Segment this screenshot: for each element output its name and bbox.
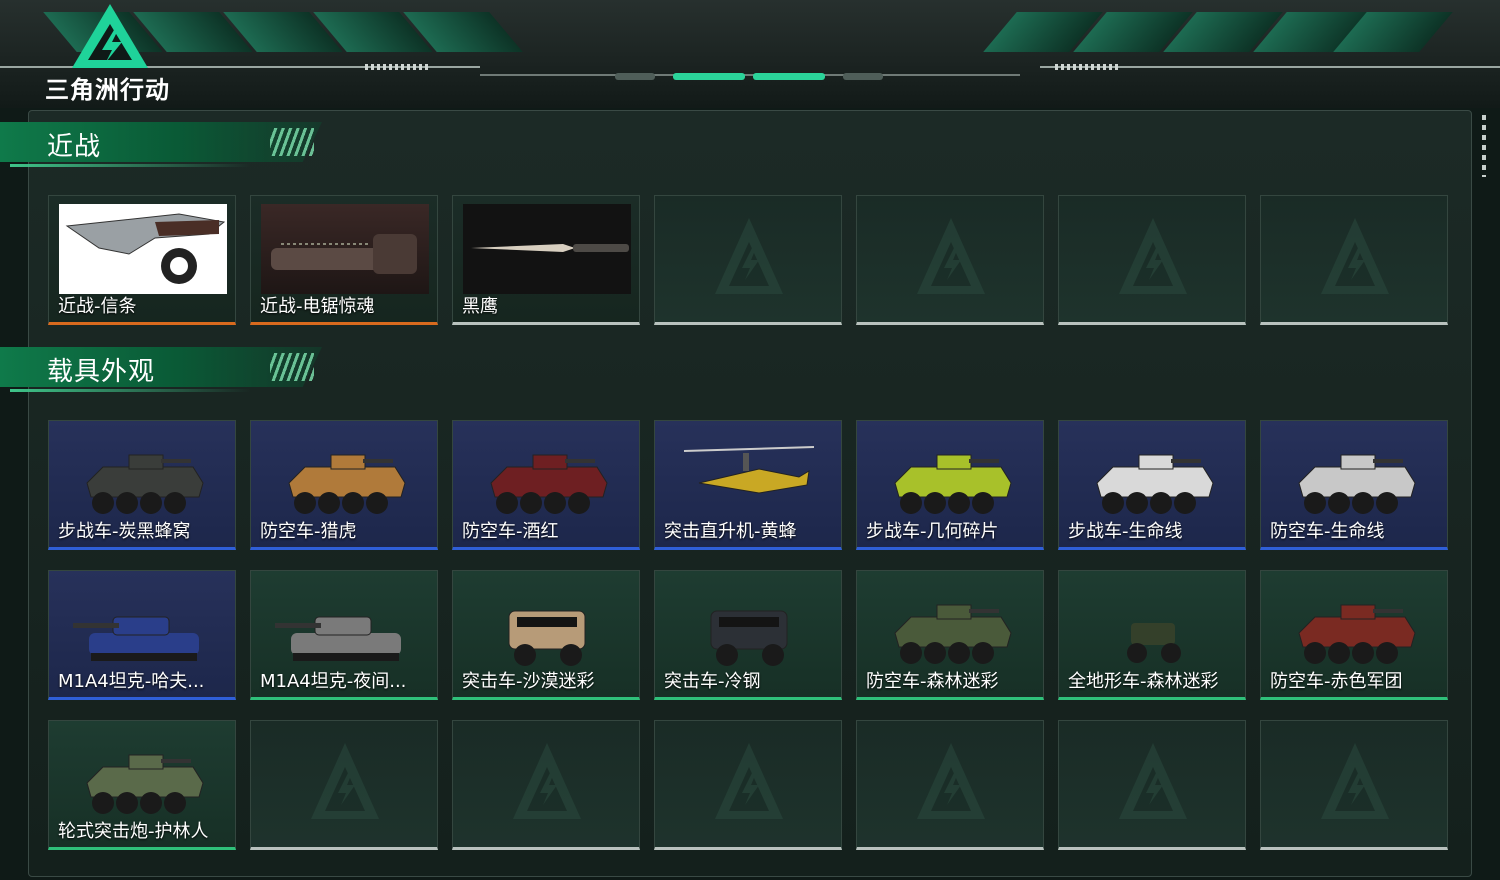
vehicle-tank-icon <box>73 616 199 661</box>
vehicle-apc-icon <box>1298 454 1416 514</box>
chainsaw-icon <box>271 234 417 274</box>
section-banner-vehicle-skins: 载具外观 <box>0 347 330 401</box>
item-name: 近战-电锯惊魂 <box>260 296 375 317</box>
scrollbar[interactable] <box>1482 115 1486 177</box>
vehicle-apc-icon <box>1298 604 1416 664</box>
delta-logo-icon <box>72 4 148 68</box>
item-card[interactable]: 轮式突击炮-护林人 <box>48 720 236 850</box>
placeholder-delta-icon <box>917 743 985 819</box>
item-thumbnail <box>463 204 631 294</box>
item-name: 突击车-冷钢 <box>664 671 761 692</box>
vehicle-heli-icon <box>683 446 815 494</box>
vehicle-truck-icon <box>710 610 788 666</box>
item-name: 防空车-森林迷彩 <box>866 671 999 692</box>
placeholder-delta-icon <box>917 218 985 294</box>
section-banner-melee: 近战 <box>0 122 330 176</box>
item-name: 步战车-炭黑蜂窝 <box>58 521 191 542</box>
vehicle-atv-icon <box>1127 623 1181 663</box>
item-card[interactable]: 突击车-沙漠迷彩 <box>452 570 640 700</box>
item-name: 突击直升机-黄蜂 <box>664 521 797 542</box>
item-card[interactable]: 突击车-冷钢 <box>654 570 842 700</box>
vehicle-apc-icon <box>1096 454 1214 514</box>
header-indicator-active <box>753 73 825 80</box>
empty-slot <box>1260 720 1448 850</box>
item-card[interactable]: 防空车-酒红 <box>452 420 640 550</box>
placeholder-delta-icon <box>513 743 581 819</box>
placeholder-delta-icon <box>715 743 783 819</box>
vehicle-tank-icon <box>275 616 401 661</box>
item-thumbnail <box>59 204 227 294</box>
item-name: 步战车-生命线 <box>1068 521 1183 542</box>
header-indicator <box>843 73 883 80</box>
blackhawk-knife-icon <box>471 244 629 252</box>
placeholder-delta-icon <box>1119 218 1187 294</box>
vehicle-apc-icon <box>894 454 1012 514</box>
empty-slot <box>654 720 842 850</box>
header-hatch <box>365 64 430 70</box>
vehicle-apc-icon <box>86 454 204 514</box>
empty-slot <box>654 195 842 325</box>
empty-slot <box>1260 195 1448 325</box>
top-header: 三角洲行动 <box>0 0 1500 108</box>
section-title: 载具外观 <box>47 357 156 387</box>
section-title: 近战 <box>47 132 102 162</box>
vehicle-apc-icon <box>894 604 1012 664</box>
app-logo-text: 三角洲行动 <box>45 76 170 104</box>
empty-slot <box>856 720 1044 850</box>
item-name: M1A4坦克-夜间... <box>260 671 407 692</box>
item-card[interactable]: 防空车-赤色军团 <box>1260 570 1448 700</box>
item-name: 防空车-酒红 <box>462 521 559 542</box>
item-name: M1A4坦克-哈夫... <box>58 671 205 692</box>
item-card[interactable]: 防空车-生命线 <box>1260 420 1448 550</box>
item-name: 黑鹰 <box>462 296 498 317</box>
empty-slot <box>856 195 1044 325</box>
vehicle-truck-icon <box>508 610 586 666</box>
item-name: 防空车-赤色军团 <box>1270 671 1403 692</box>
item-name: 轮式突击炮-护林人 <box>58 821 209 842</box>
knife-creed-icon <box>65 213 226 284</box>
item-name: 防空车-猎虎 <box>260 521 357 542</box>
item-card[interactable]: 防空车-猎虎 <box>250 420 438 550</box>
item-name: 步战车-几何碎片 <box>866 521 999 542</box>
header-line <box>480 74 1020 76</box>
placeholder-delta-icon <box>715 218 783 294</box>
placeholder-delta-icon <box>1321 743 1389 819</box>
item-card[interactable]: 防空车-森林迷彩 <box>856 570 1044 700</box>
header-indicator <box>615 73 655 80</box>
placeholder-delta-icon <box>1119 743 1187 819</box>
vehicle-apc-icon <box>86 754 204 814</box>
item-card[interactable]: 步战车-生命线 <box>1058 420 1246 550</box>
item-card[interactable]: 突击直升机-黄蜂 <box>654 420 842 550</box>
vehicle-apc-icon <box>288 454 406 514</box>
placeholder-delta-icon <box>1321 218 1389 294</box>
item-name: 防空车-生命线 <box>1270 521 1385 542</box>
placeholder-delta-icon <box>311 743 379 819</box>
header-indicator-active <box>673 73 745 80</box>
vehicle-apc-icon <box>490 454 608 514</box>
header-hatch <box>1055 64 1120 70</box>
item-thumbnail <box>261 204 429 294</box>
item-name: 近战-信条 <box>58 296 137 317</box>
empty-slot <box>1058 720 1246 850</box>
item-name: 突击车-沙漠迷彩 <box>462 671 595 692</box>
item-card[interactable]: 近战-电锯惊魂 <box>250 195 438 325</box>
empty-slot <box>1058 195 1246 325</box>
item-card[interactable]: 步战车-几何碎片 <box>856 420 1044 550</box>
empty-slot <box>452 720 640 850</box>
empty-slot <box>250 720 438 850</box>
item-card[interactable]: 步战车-炭黑蜂窝 <box>48 420 236 550</box>
item-card[interactable]: M1A4坦克-哈夫... <box>48 570 236 700</box>
item-card[interactable]: 近战-信条 <box>48 195 236 325</box>
item-name: 全地形车-森林迷彩 <box>1068 671 1219 692</box>
item-card[interactable]: 全地形车-森林迷彩 <box>1058 570 1246 700</box>
item-card[interactable]: M1A4坦克-夜间... <box>250 570 438 700</box>
item-card[interactable]: 黑鹰 <box>452 195 640 325</box>
